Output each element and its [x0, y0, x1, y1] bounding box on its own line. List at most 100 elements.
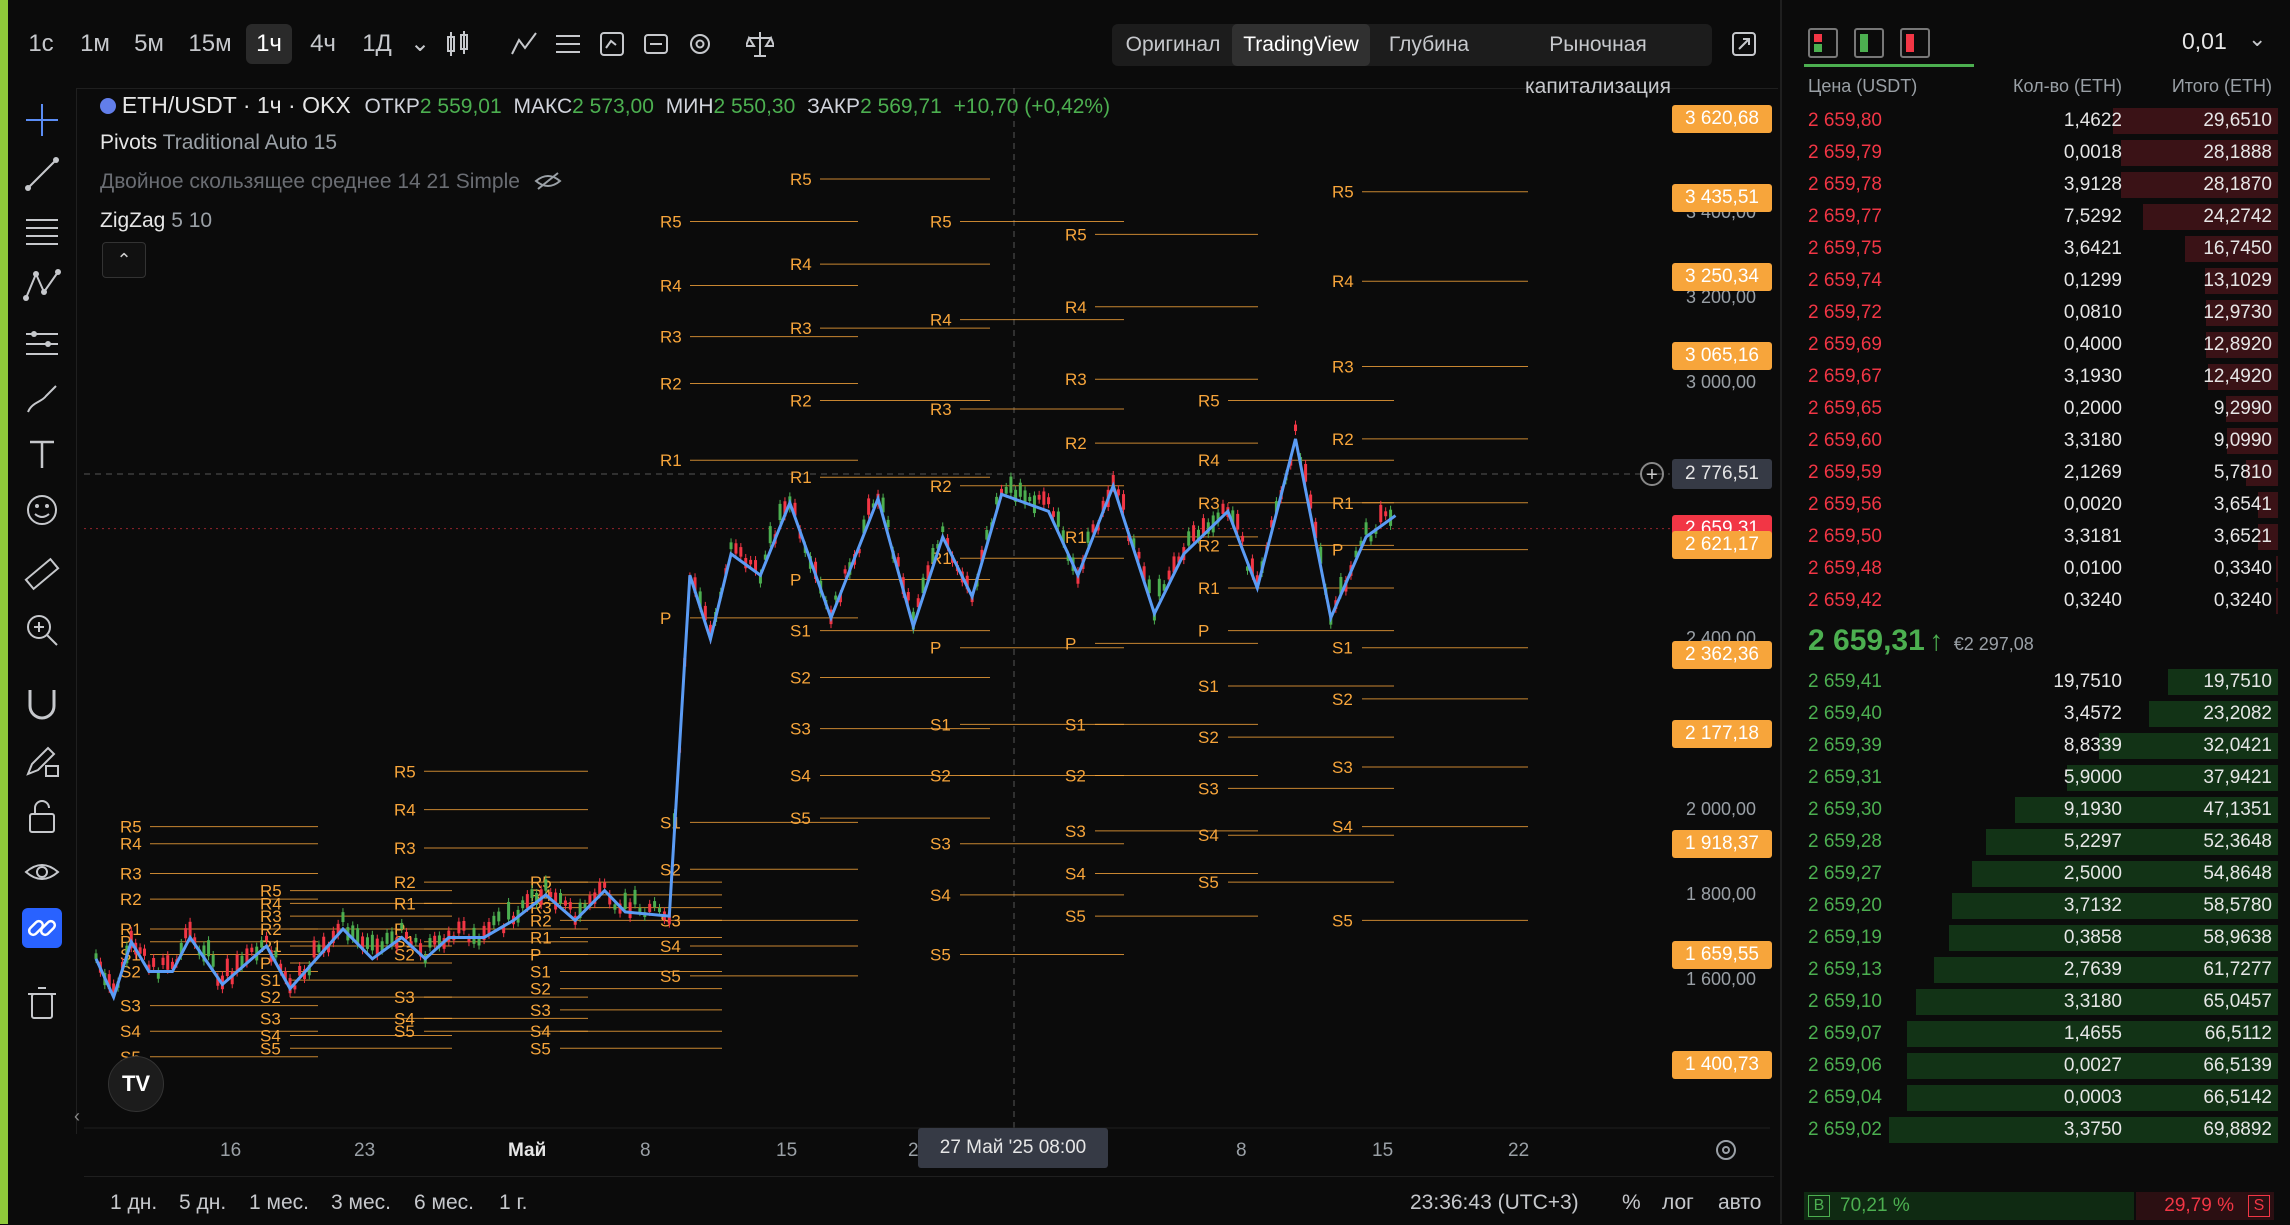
pivot-label: R3 [660, 328, 682, 347]
eye-hidden-icon[interactable] [534, 171, 562, 191]
candle-body [497, 911, 501, 922]
book-row[interactable]: 2 659,77 7,5292 24,2742 [1782, 201, 2290, 233]
candle-body [749, 559, 753, 565]
candle-body [472, 927, 476, 944]
pivot-label: S3 [930, 835, 951, 854]
pivot-label: R1 [660, 451, 682, 470]
book-row[interactable]: 2 659,28 5,2297 52,3648 [1782, 826, 2290, 858]
book-row[interactable]: 2 659,41 19,7510 19,7510 [1782, 666, 2290, 698]
pivot-label: R4 [660, 276, 682, 295]
book-row[interactable]: 2 659,65 0,2000 9,2990 [1782, 393, 2290, 425]
pivot-label: R5 [660, 213, 682, 232]
depth-bar [2276, 588, 2278, 614]
book-row[interactable]: 2 659,79 0,0018 28,1888 [1782, 137, 2290, 169]
book-row[interactable]: 2 659,74 0,1299 13,1029 [1782, 265, 2290, 297]
pivot-label: S4 [260, 1026, 281, 1045]
row-price: 2 659,40 [1808, 703, 1882, 724]
book-row[interactable]: 2 659,20 3,7132 58,5780 [1782, 890, 2290, 922]
row-qty: 3,3181 [2063, 526, 2122, 547]
collapse-legend-button[interactable]: ⌃ [102, 242, 146, 278]
pivot-label: S5 [1198, 873, 1219, 892]
book-row[interactable]: 2 659,13 2,7639 61,7277 [1782, 954, 2290, 986]
row-total: 16,7450 [2203, 238, 2272, 259]
indicator-args: Traditional Auto 15 [162, 131, 337, 154]
row-qty: 3,7132 [2063, 895, 2122, 916]
book-row[interactable]: 2 659,40 3,4572 23,2082 [1782, 698, 2290, 730]
row-total: 54,8648 [2203, 863, 2272, 884]
book-row[interactable]: 2 659,06 0,0027 66,5139 [1782, 1050, 2290, 1082]
candle-body [734, 543, 738, 554]
pivot-label: R1 [1065, 528, 1087, 547]
book-row[interactable]: 2 659,30 9,1930 47,1351 [1782, 794, 2290, 826]
book-row[interactable]: 2 659,59 2,1269 5,7810 [1782, 457, 2290, 489]
symbol-title[interactable]: ETH/USDT · 1ч · OKX [122, 92, 351, 118]
chevron-down-icon[interactable]: ⌄ [2248, 26, 2266, 52]
book-row[interactable]: 2 659,48 0,0100 0,3340 [1782, 553, 2290, 585]
book-row[interactable]: 2 659,42 0,3240 0,3240 [1782, 585, 2290, 617]
price-step-select[interactable]: 0,01 [2182, 28, 2227, 55]
book-asks-icon[interactable] [1900, 28, 1930, 58]
book-row[interactable]: 2 659,78 3,9128 28,1870 [1782, 169, 2290, 201]
settings-gear-icon[interactable] [1712, 1136, 1740, 1164]
book-row[interactable]: 2 659,75 3,6421 16,7450 [1782, 233, 2290, 265]
row-price: 2 659,60 [1808, 430, 1882, 451]
mid-price-eur: €2 297,08 [1953, 634, 2034, 654]
crosshair-price-label: 2 776,51 [1672, 459, 1772, 489]
book-row[interactable]: 2 659,07 1,4655 66,5112 [1782, 1018, 2290, 1050]
pivot-label: P [660, 609, 671, 628]
candle-body [843, 569, 847, 574]
row-price: 2 659,75 [1808, 238, 1882, 259]
row-qty: 0,0003 [2063, 1087, 2122, 1108]
percent-toggle[interactable]: % [1622, 1191, 1641, 1215]
book-row[interactable]: 2 659,19 0,3858 58,9638 [1782, 922, 2290, 954]
range-1y[interactable]: 1 г. [499, 1191, 527, 1215]
candle-body [1221, 503, 1225, 514]
candle-body [628, 902, 632, 919]
book-row[interactable]: 2 659,04 0,0003 66,5142 [1782, 1082, 2290, 1114]
candle-body [623, 892, 627, 909]
pivot-label: R5 [394, 762, 416, 781]
row-qty: 2,5000 [2063, 863, 2122, 884]
candle-body [525, 894, 529, 909]
book-both-icon[interactable] [1808, 28, 1838, 58]
candle-body [653, 901, 657, 908]
candle-body [1294, 424, 1298, 432]
candle-body [633, 889, 637, 905]
indicator-double-ma[interactable]: Двойное скользящее среднее 14 21 Simple [100, 170, 562, 194]
range-1m[interactable]: 1 мес. [249, 1191, 309, 1215]
book-row[interactable]: 2 659,02 3,3750 69,8892 [1782, 1114, 2290, 1146]
row-price: 2 659,65 [1808, 398, 1882, 419]
pivot-label: S1 [790, 622, 811, 641]
add-alert-icon[interactable]: + [1640, 462, 1664, 486]
book-row[interactable]: 2 659,27 2,5000 54,8648 [1782, 858, 2290, 890]
log-toggle[interactable]: лог [1662, 1191, 1694, 1215]
book-row[interactable]: 2 659,39 8,8339 32,0421 [1782, 730, 2290, 762]
book-row[interactable]: 2 659,56 0,0020 3,6541 [1782, 489, 2290, 521]
pivot-label: S3 [1065, 822, 1086, 841]
book-bids-icon[interactable] [1854, 28, 1884, 58]
pivot-label: S1 [530, 963, 551, 982]
auto-toggle[interactable]: авто [1718, 1191, 1761, 1215]
y-tick-label: 2 000,00 [1686, 798, 1757, 819]
book-row[interactable]: 2 659,69 0,4000 12,8920 [1782, 329, 2290, 361]
pivot-label: S1 [260, 971, 281, 990]
book-row[interactable]: 2 659,50 3,3181 3,6521 [1782, 521, 2290, 553]
pivot-label: S5 [530, 1039, 551, 1058]
candle-body [941, 526, 945, 533]
book-row[interactable]: 2 659,80 1,4622 29,6510 [1782, 105, 2290, 137]
book-row[interactable]: 2 659,67 3,1930 12,4920 [1782, 361, 2290, 393]
book-row[interactable]: 2 659,10 3,3180 65,0457 [1782, 986, 2290, 1018]
indicator-zigzag[interactable]: ZigZag 5 10 [100, 209, 212, 233]
book-row[interactable]: 2 659,72 0,0810 12,9730 [1782, 297, 2290, 329]
range-6m[interactable]: 6 мес. [414, 1191, 474, 1215]
range-3m[interactable]: 3 мес. [331, 1191, 391, 1215]
book-row[interactable]: 2 659,31 5,9000 37,9421 [1782, 762, 2290, 794]
range-1d[interactable]: 1 дн. [110, 1191, 157, 1215]
range-5d[interactable]: 5 дн. [179, 1191, 226, 1215]
row-total: 9,0990 [2213, 430, 2272, 451]
row-total: 3,6521 [2213, 526, 2272, 547]
row-qty: 0,3858 [2063, 927, 2122, 948]
indicator-pivots[interactable]: Pivots Traditional Auto 15 [100, 131, 337, 155]
y-tick-label: 1 800,00 [1686, 883, 1757, 904]
book-row[interactable]: 2 659,60 3,3180 9,0990 [1782, 425, 2290, 457]
